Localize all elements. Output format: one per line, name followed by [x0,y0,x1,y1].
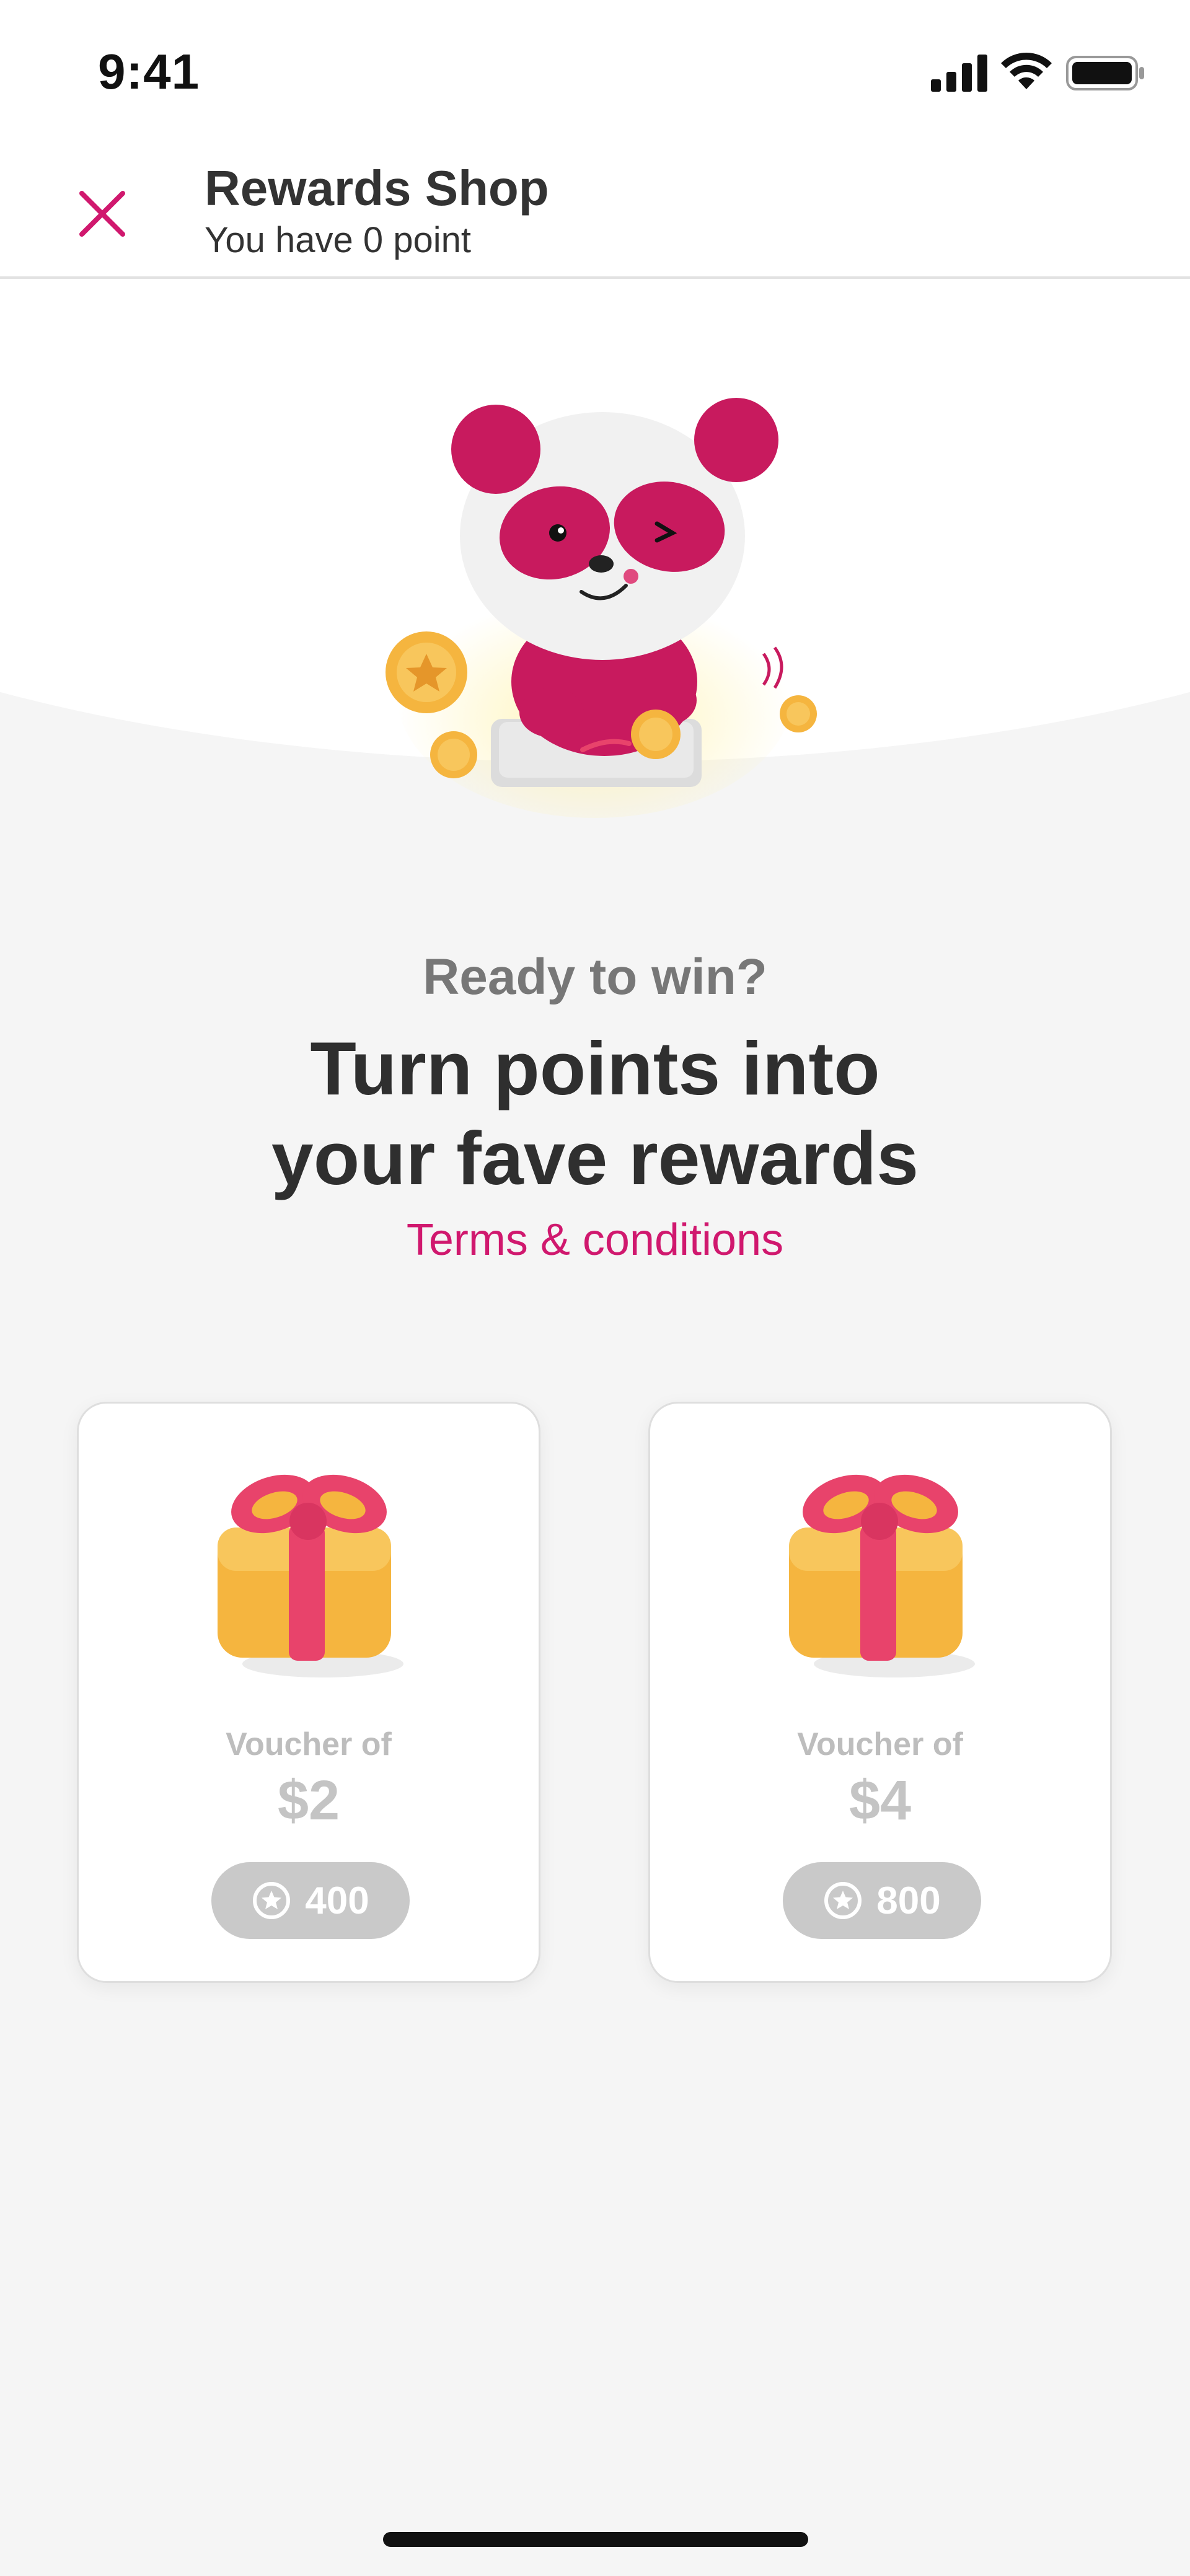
gift-icon [789,1474,975,1677]
redeem-points-button[interactable]: 400 [211,1862,410,1939]
rewards-shop-screen: 9:41 Rewards Shop You have 0 point Ready… [0,0,1190,2576]
points-balance: You have 0 point [205,220,472,260]
panda-mascot [386,398,817,818]
status-bar: 9:41 [0,0,1190,143]
voucher-value: $2 [277,1770,340,1832]
page-title: Rewards Shop [205,160,549,216]
voucher-label: Voucher of [797,1726,963,1762]
app-header: Rewards Shop You have 0 point [0,143,1190,279]
battery-icon [1066,56,1144,90]
close-icon[interactable] [68,180,136,248]
star-coin-icon [386,631,467,713]
voucher-value: $4 [848,1770,912,1832]
hero-headline: Turn points into your fave rewards [0,1024,1190,1203]
voucher-card[interactable]: Voucher of $2 400 [77,1402,540,1983]
signal-icon [931,55,987,92]
redeem-points-button[interactable]: 800 [783,1862,981,1939]
home-indicator[interactable] [383,2532,808,2547]
voucher-label: Voucher of [226,1726,392,1762]
status-time: 9:41 [98,44,200,99]
points-cost: 400 [305,1879,369,1922]
hero-eyebrow: Ready to win? [423,949,767,1005]
voucher-card[interactable]: Voucher of $4 800 [648,1402,1112,1983]
terms-link[interactable]: Terms & conditions [0,1215,1190,1265]
star-coin-icon [253,1882,291,1919]
wifi-icon [1001,53,1052,89]
star-coin-icon [824,1882,862,1919]
gift-icon [218,1474,403,1677]
points-cost: 800 [876,1879,941,1922]
hero-headline-text: Turn points into your fave rewards [271,1026,919,1200]
